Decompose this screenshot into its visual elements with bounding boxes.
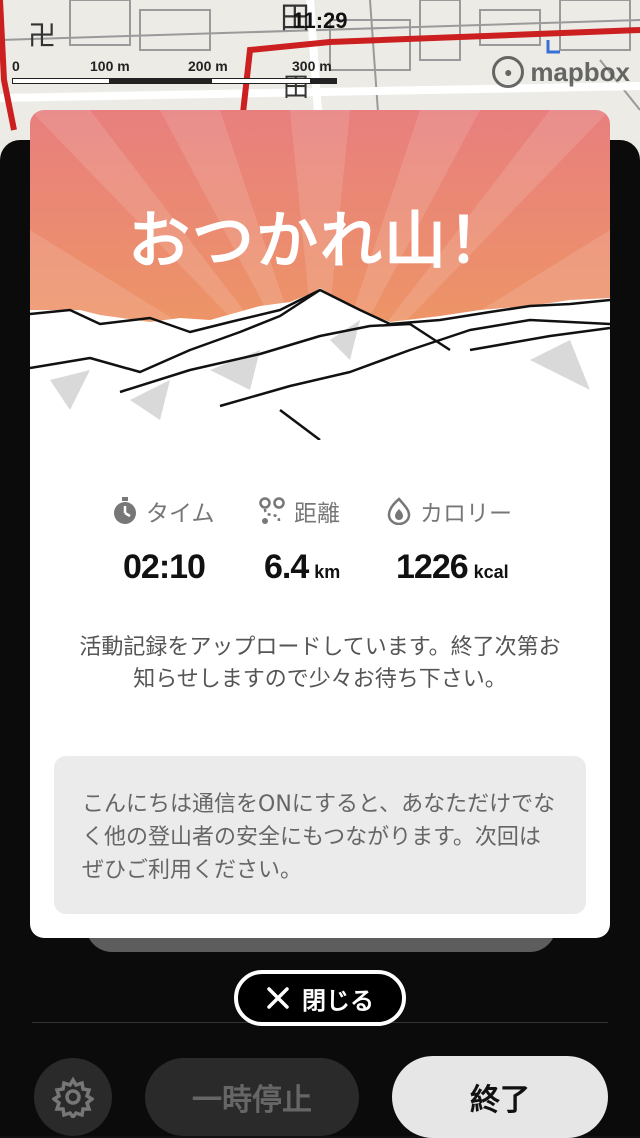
close-label: 閉じる	[302, 986, 374, 1015]
pause-button[interactable]: 一時停止	[145, 1058, 359, 1136]
stat-value: 1226	[396, 548, 469, 586]
scale-label: 200 m	[188, 58, 228, 74]
end-button[interactable]: 終了	[392, 1056, 608, 1138]
stat-label-distance: 距離	[258, 494, 340, 528]
route-icon	[259, 497, 285, 524]
stat-unit: km	[314, 562, 341, 582]
stat-value: 02:10	[123, 548, 206, 586]
modal-title: おつかれ山！	[127, 204, 512, 277]
scale-label: 100 m	[90, 58, 130, 74]
stat-value-time: 02:10	[123, 548, 206, 587]
stat-label-text: タイム	[146, 501, 215, 527]
scale-label: 0	[12, 58, 20, 74]
stat-unit: kcal	[473, 562, 509, 582]
communication-note: こんにちは通信をONにすると、あなただけでなく他の登山者の安全にもつながります。…	[54, 756, 586, 914]
stopwatch-icon	[114, 497, 136, 524]
close-button[interactable]: 閉じる	[234, 970, 406, 1026]
stat-value-distance: 6.4 km	[264, 548, 340, 587]
mapbox-logo-icon: ●	[492, 56, 525, 88]
upload-message: 活動記録をアップロードしています。終了次第お知らせしますので少々お待ち下さい。	[79, 635, 561, 692]
scale-label: 300 m	[292, 58, 332, 74]
completion-modal: おつかれ山！ タイム 距離 カロリー 02:10 6.4 km 1226 kca…	[30, 110, 610, 938]
stat-value-calorie: 1226 kcal	[396, 548, 509, 587]
stat-value: 6.4	[264, 548, 309, 586]
status-bar-time: 11:29	[292, 8, 348, 33]
mapbox-label: mapbox	[530, 56, 630, 87]
stat-label-time: タイム	[112, 494, 215, 528]
stat-label-calorie: カロリー	[386, 494, 512, 528]
close-icon	[267, 987, 289, 1009]
mapbox-attribution[interactable]: ● mapbox	[492, 56, 630, 88]
flame-icon	[387, 497, 411, 525]
gear-icon	[52, 1076, 94, 1118]
settings-button[interactable]	[34, 1058, 112, 1136]
stat-label-text: 距離	[294, 501, 340, 527]
stat-label-text: カロリー	[420, 501, 512, 527]
